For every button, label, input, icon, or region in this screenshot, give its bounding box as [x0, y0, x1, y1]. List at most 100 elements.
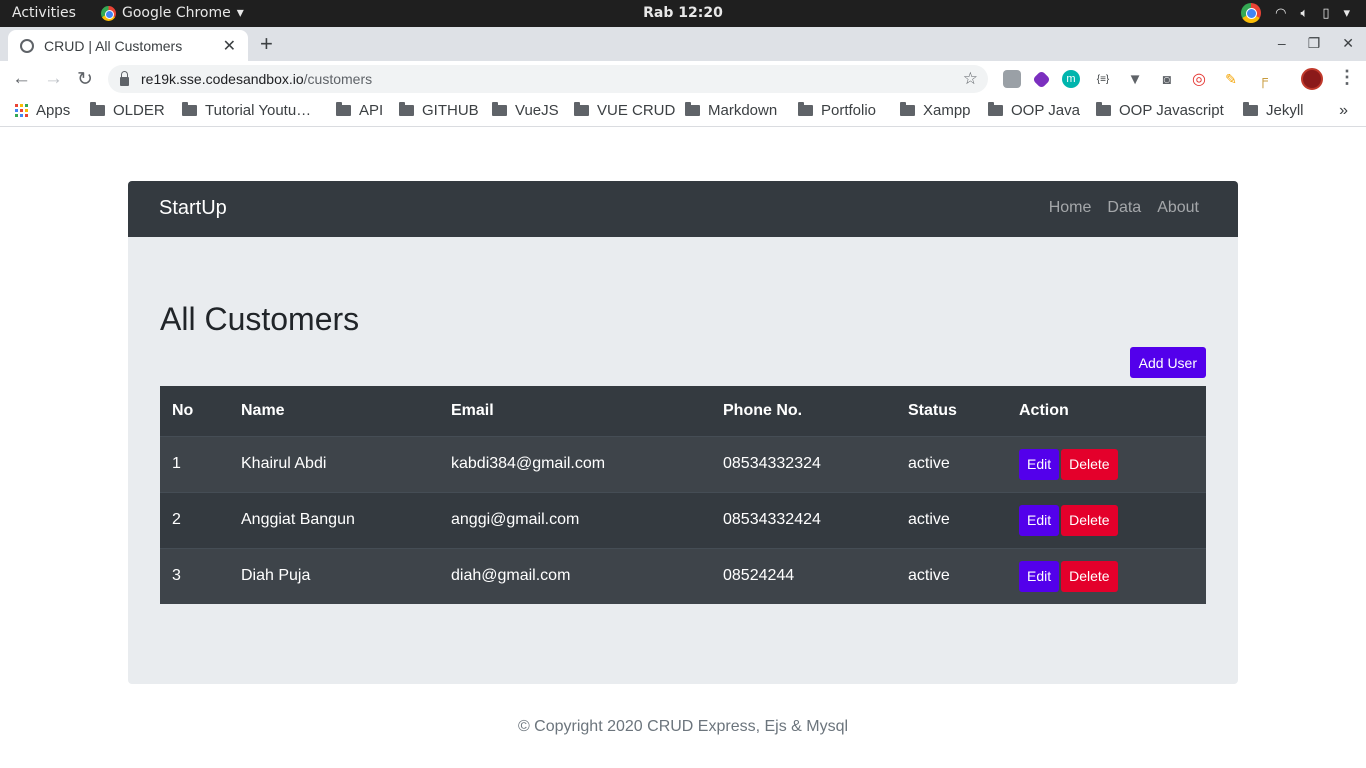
cell-no: 1 — [160, 435, 229, 492]
minimize-icon[interactable]: ‒ — [1278, 35, 1286, 52]
folder-icon — [988, 102, 1003, 116]
bookmark-label: Markdown — [708, 102, 778, 119]
edit-button[interactable]: Edit — [1019, 560, 1060, 592]
bookmark-label: VUE CRUD — [597, 102, 676, 119]
add-user-button[interactable]: Add User — [1129, 347, 1206, 378]
address-bar[interactable]: re19k.sse.codesandbox.io/customers ☆ — [108, 65, 988, 93]
browser-tab[interactable]: CRUD | All Customers ✕ — [8, 30, 248, 61]
bookmark-apps[interactable]: Apps — [15, 102, 70, 119]
reload-icon[interactable]: ↻ — [77, 68, 93, 91]
extension-icon[interactable] — [1003, 70, 1021, 88]
bookmark-label: OLDER — [113, 102, 165, 119]
delete-button[interactable]: Delete — [1061, 504, 1118, 536]
cell-status: active — [896, 435, 1007, 492]
clock[interactable]: Rab 12:20 — [0, 5, 1366, 21]
cell-name: Anggiat Bangun — [229, 491, 439, 548]
restore-icon[interactable]: ❐ — [1308, 35, 1321, 52]
bookmark-folder[interactable]: Jekyll — [1243, 102, 1304, 119]
color-picker-icon[interactable]: ✎ — [1222, 70, 1240, 88]
chevron-down-icon: ▾ — [1343, 5, 1350, 21]
bookmark-folder[interactable]: OLDER — [90, 102, 165, 119]
url-host: re19k.sse.codesandbox.io — [141, 71, 304, 87]
folder-icon — [90, 102, 105, 116]
brand-link[interactable]: StartUp — [159, 197, 227, 220]
nav-home-link[interactable]: Home — [1049, 199, 1092, 217]
bookmark-folder[interactable]: Markdown — [685, 102, 777, 119]
cell-name: Diah Puja — [229, 547, 439, 604]
bookmark-folder[interactable]: Tutorial Youtu… — [182, 102, 311, 119]
json-extension-icon[interactable]: {≡} — [1094, 70, 1112, 88]
close-tab-icon[interactable]: ✕ — [223, 36, 236, 56]
page-title: All Customers — [160, 301, 360, 337]
bookmark-folder[interactable]: API — [336, 102, 383, 119]
edit-button[interactable]: Edit — [1019, 504, 1060, 536]
cell-action: Edit Delete — [1007, 435, 1206, 492]
bookmark-label: Jekyll — [1266, 102, 1304, 119]
browser-toolbar: ← → ↻ re19k.sse.codesandbox.io/customers… — [0, 61, 1366, 97]
chrome-tray-icon[interactable] — [1241, 3, 1262, 23]
folder-icon — [1096, 102, 1111, 116]
forward-icon[interactable]: → — [44, 68, 63, 90]
table-row: 3 Diah Puja diah@gmail.com 08524244 acti… — [160, 547, 1206, 604]
cell-email: kabdi384@gmail.com — [439, 435, 711, 492]
folder-icon — [182, 102, 197, 116]
bookmark-folder[interactable]: GITHUB — [399, 102, 479, 119]
close-window-icon[interactable]: ✕ — [1342, 35, 1354, 52]
battery-icon: ▯ — [1322, 5, 1330, 21]
camera-icon[interactable]: ◙ — [1158, 70, 1176, 88]
customers-table: No Name Email Phone No. Status Action 1 … — [160, 386, 1206, 604]
nav-about-link[interactable]: About — [1157, 199, 1199, 217]
cell-action: Edit Delete — [1007, 491, 1206, 548]
cell-status: active — [896, 547, 1007, 604]
main-container: StartUp Home Data About All Customers Ad… — [128, 181, 1238, 684]
bookmark-folder[interactable]: OOP Javascript — [1096, 102, 1224, 119]
column-header-action: Action — [1019, 401, 1069, 419]
cell-name: Khairul Abdi — [229, 435, 439, 492]
table-row: 1 Khairul Abdi kabdi384@gmail.com 085343… — [160, 435, 1206, 492]
footer-copyright: © Copyright 2020 CRUD Express, Ejs & Mys… — [517, 718, 849, 735]
extension-icon[interactable]: ◎ — [1190, 70, 1208, 88]
cell-phone: 08534332424 — [711, 491, 896, 548]
edit-button[interactable]: Edit — [1019, 448, 1060, 480]
cell-action: Edit Delete — [1007, 547, 1206, 604]
extension-icon[interactable] — [1032, 69, 1051, 89]
delete-button[interactable]: Delete — [1061, 560, 1118, 592]
bookmark-folder[interactable]: Xampp — [900, 102, 971, 119]
bookmark-folder[interactable]: VueJS — [492, 102, 559, 119]
folder-icon — [399, 102, 414, 116]
extension-icon[interactable]: m — [1062, 70, 1080, 88]
more-menu-icon[interactable]: ⋮ — [1338, 67, 1356, 88]
bookmark-label: API — [359, 102, 384, 119]
tab-strip: CRUD | All Customers ✕ + ‒ ❐ ✕ — [0, 27, 1366, 61]
cell-status: active — [896, 491, 1007, 548]
system-tray[interactable]: ◠ 🔈︎ ▯ ▾ — [1241, 3, 1350, 23]
bookmark-folder[interactable]: VUE CRUD — [574, 102, 675, 119]
folder-icon — [492, 102, 507, 116]
cell-email: anggi@gmail.com — [439, 491, 711, 548]
extensions: m {≡} ▼ ◙ ◎ ✎ ╒ — [1003, 69, 1272, 89]
extension-icon[interactable]: ╒ — [1254, 70, 1272, 88]
bookmark-label: VueJS — [515, 102, 559, 119]
delete-button[interactable]: Delete — [1061, 448, 1118, 480]
os-top-bar: Activities Google Chrome ▾ Rab 12:20 ◠ 🔈… — [0, 0, 1366, 27]
bookmark-folder[interactable]: OOP Java — [988, 102, 1080, 119]
bookmark-label: Tutorial Youtu… — [205, 102, 312, 119]
column-header-phone: Phone No. — [723, 401, 803, 419]
tab-title: CRUD | All Customers — [44, 37, 183, 54]
wifi-icon: ◠ — [1275, 5, 1287, 21]
profile-avatar[interactable] — [1301, 68, 1323, 90]
column-header-email: Email — [451, 401, 494, 419]
bookmarks-bar: Apps OLDER Tutorial Youtu… API GITHUB Vu… — [0, 97, 1366, 127]
nav-data-link[interactable]: Data — [1107, 199, 1141, 217]
volume-icon: 🔈︎ — [1300, 5, 1309, 21]
vue-devtools-icon[interactable]: ▼ — [1126, 70, 1144, 88]
bookmark-folder[interactable]: Portfolio — [798, 102, 876, 119]
back-icon[interactable]: ← — [12, 68, 31, 90]
nav-links: Home Data About — [1049, 199, 1199, 217]
window-controls: ‒ ❐ ✕ — [1278, 35, 1354, 52]
bookmark-star-icon[interactable]: ☆ — [963, 69, 978, 89]
bookmarks-overflow-icon[interactable]: » — [1339, 102, 1348, 120]
cell-no: 3 — [160, 547, 229, 604]
column-header-no: No — [172, 401, 194, 419]
new-tab-button[interactable]: + — [260, 31, 273, 57]
